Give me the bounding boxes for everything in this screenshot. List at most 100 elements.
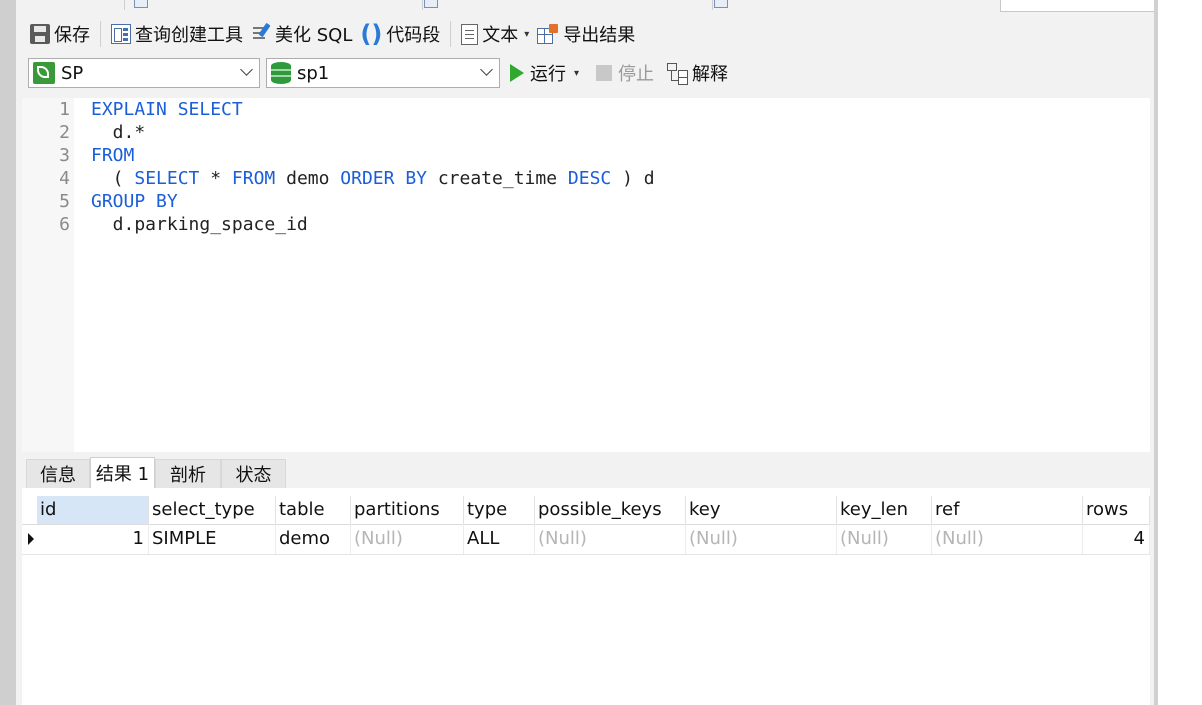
result-tab[interactable]: 状态 [221, 459, 286, 488]
column-header[interactable]: partitions [351, 496, 464, 524]
document-tab[interactable] [16, 0, 125, 10]
document-icon [461, 23, 479, 45]
code-line: 2 d.* [22, 121, 1150, 144]
line-number: 4 [59, 168, 70, 189]
explain-icon [666, 62, 688, 84]
column-header[interactable]: key_len [837, 496, 932, 524]
beautify-sql-button[interactable]: 美化 SQL [247, 18, 356, 50]
sql-keyword: GROUP BY [91, 191, 178, 212]
code-text: d.parking_space_id [91, 213, 308, 236]
text-button[interactable]: 文本 ▾ [457, 18, 533, 50]
database-select[interactable]: sp1 [266, 58, 500, 88]
line-number: 5 [59, 191, 70, 212]
sql-text: d.parking_space_id [91, 214, 308, 235]
query-builder-button[interactable]: 查询创建工具 [107, 18, 247, 50]
code-line: 3 FROM [22, 144, 1150, 167]
code-snippet-label: 代码段 [386, 25, 441, 46]
mysql-connection-icon [33, 62, 55, 84]
table-cell[interactable]: (Null) [837, 524, 932, 554]
sql-editor[interactable]: 1 EXPLAIN SELECT 2 d.* 3 FROM 4 ( SELECT * FR… [22, 98, 1150, 452]
sql-keyword: ORDER BY [340, 168, 427, 189]
connection-select[interactable]: SP [28, 58, 260, 88]
column-header[interactable]: type [464, 496, 535, 524]
explain-button[interactable]: 解释 [666, 58, 728, 88]
export-icon [537, 24, 559, 44]
code-snippet-button[interactable]: () 代码段 [356, 18, 444, 50]
sql-text: ( [91, 168, 135, 189]
beautify-icon [251, 23, 271, 45]
table-icon [134, 0, 148, 8]
stop-icon [596, 65, 612, 81]
table-cell[interactable]: 4 [1083, 524, 1150, 554]
document-tab-active[interactable] [706, 0, 1003, 10]
database-value: sp1 [297, 62, 330, 84]
save-button[interactable]: 保存 [26, 18, 94, 50]
stop-button[interactable]: 停止 [596, 58, 654, 88]
chevron-down-icon [240, 63, 253, 76]
line-number: 1 [59, 99, 70, 120]
table-cell[interactable]: demo [276, 524, 351, 554]
table-cell[interactable]: ALL [464, 524, 535, 554]
window-edge [1154, 0, 1202, 705]
column-header[interactable]: id [37, 496, 149, 524]
column-header[interactable]: key [686, 496, 837, 524]
result-tabs: 信息 结果 1 剖析 状态 [22, 456, 1150, 488]
result-tab[interactable]: 剖析 [155, 459, 221, 488]
query-toolbar: 保存 查询创建工具 美化 SQL () 代码段 文本 ▾ 导出结果 [16, 14, 1154, 54]
dropdown-caret-icon: ▾ [574, 67, 580, 79]
table-cell[interactable]: (Null) [932, 524, 1083, 554]
sql-keyword: FROM [231, 168, 276, 189]
code-text: EXPLAIN SELECT [91, 98, 243, 121]
code-line: 1 EXPLAIN SELECT [22, 98, 1150, 121]
play-icon [510, 64, 524, 82]
result-tab[interactable]: 结果 1 [90, 457, 155, 488]
code-snippet-icon: () [360, 20, 383, 48]
sql-query-window: 保存 查询创建工具 美化 SQL () 代码段 文本 ▾ 导出结果 SP sp1… [0, 0, 1202, 705]
export-label: 导出结果 [563, 25, 636, 46]
code-line: 5 GROUP BY [22, 190, 1150, 213]
query-icon [714, 0, 728, 8]
document-tab[interactable] [126, 0, 423, 10]
column-header[interactable]: rows [1083, 496, 1150, 524]
table-icon [424, 0, 438, 8]
column-header[interactable]: ref [932, 496, 1083, 524]
column-header[interactable]: possible_keys [535, 496, 686, 524]
line-number: 2 [59, 122, 70, 143]
left-panel-edge [0, 0, 16, 705]
code-text: GROUP BY [91, 190, 178, 213]
table-cell[interactable]: (Null) [686, 524, 837, 554]
current-row-icon [28, 533, 34, 545]
table-cell[interactable]: (Null) [351, 524, 464, 554]
database-icon [271, 62, 291, 84]
column-header[interactable]: select_type [149, 496, 276, 524]
vertical-scrollbar[interactable] [1154, 0, 1158, 705]
sql-keyword: SELECT [134, 168, 200, 189]
sql-text: d.* [91, 122, 146, 143]
line-number: 6 [59, 214, 70, 235]
code-text: ( SELECT * FROM demo ORDER BY create_tim… [91, 167, 655, 190]
document-tab[interactable] [416, 0, 713, 10]
table-cell[interactable]: (Null) [535, 524, 686, 554]
sql-text: create_time [427, 168, 568, 189]
save-icon [30, 24, 50, 44]
search-box[interactable] [1000, 0, 1166, 12]
export-results-button[interactable]: 导出结果 [533, 18, 639, 50]
table-cell[interactable]: 1 [37, 524, 149, 554]
result-grid[interactable]: id select_type table partitions type possible… [22, 488, 1150, 705]
result-tab[interactable]: 信息 [26, 459, 90, 488]
table-row[interactable]: 1 SIMPLE demo (Null) ALL (Null) (Null) (Null) (N… [22, 524, 1150, 555]
run-button[interactable]: 运行 ▾ [510, 58, 579, 88]
explain-label: 解释 [692, 64, 728, 85]
code-line: 6 d.parking_space_id [22, 213, 1150, 236]
sql-text: demo [275, 168, 341, 189]
code-text: d.* [91, 121, 146, 144]
grid-header: id select_type table partitions type possible… [22, 488, 1150, 525]
query-builder-label: 查询创建工具 [135, 25, 243, 46]
save-label: 保存 [54, 25, 90, 46]
column-header[interactable]: table [276, 496, 351, 524]
code-text: FROM [91, 144, 134, 167]
document-tab-strip [16, 0, 1166, 12]
sql-text: * [199, 168, 232, 189]
toolbar-divider [450, 21, 452, 47]
table-cell[interactable]: SIMPLE [149, 524, 276, 554]
